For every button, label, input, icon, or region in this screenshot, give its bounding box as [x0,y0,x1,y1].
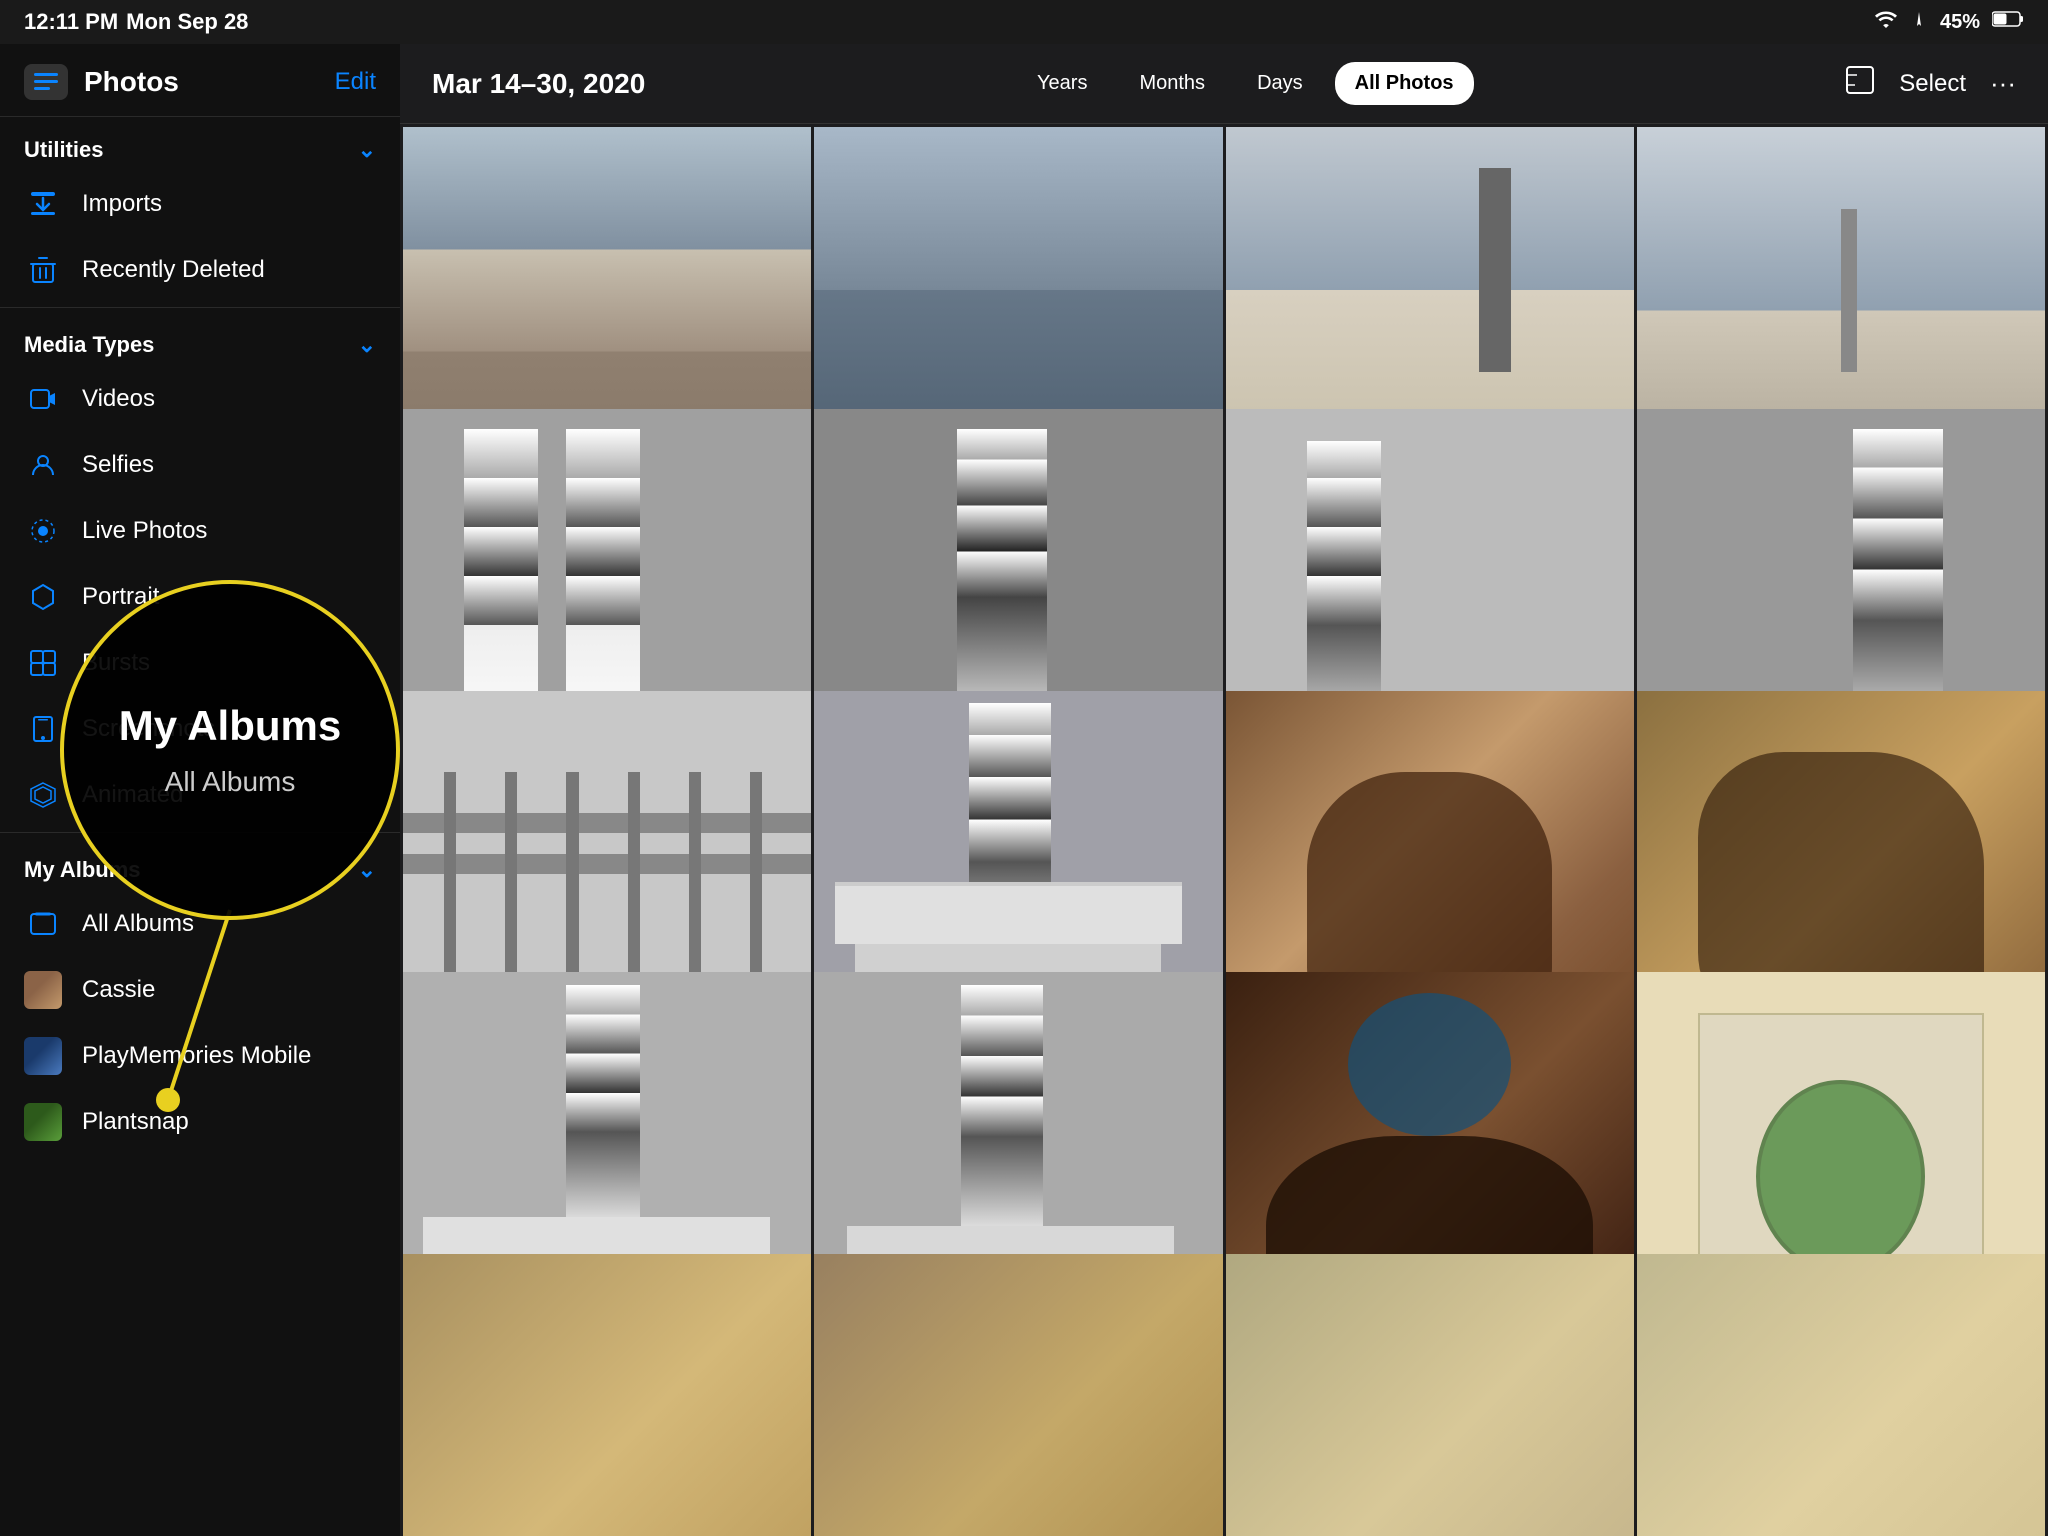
my-albums-chevron-icon[interactable]: ⌄ [358,857,376,883]
screenshots-label: Screenshots [82,715,215,743]
sidebar-edit-button[interactable]: Edit [335,68,376,96]
sidebar-item-all-albums[interactable]: All Albums [0,891,400,957]
battery-icon [1992,10,2024,34]
sidebar-item-videos[interactable]: Videos [0,366,400,432]
playmemories-label: PlayMemories Mobile [82,1042,311,1070]
sidebar-item-cassie[interactable]: Cassie [0,957,400,1023]
sidebar-title: Photos [84,66,179,98]
photo-grid [400,124,2048,1536]
selfies-label: Selfies [82,451,154,479]
view-nav: Years Months Days All Photos [1017,62,1473,105]
main-content: Mar 14–30, 2020 Years Months Days All Ph… [400,44,2048,1536]
media-types-chevron-icon[interactable]: ⌄ [358,332,376,358]
live-photos-icon [24,512,62,550]
signal-icon [1910,10,1928,34]
sidebar-title-area: Photos [24,64,179,100]
sidebar-item-portrait[interactable]: Portrait [0,564,400,630]
videos-icon [24,380,62,418]
sidebar-item-recently-deleted[interactable]: Recently Deleted [0,237,400,303]
nav-years-button[interactable]: Years [1017,62,1107,105]
sidebar-header: Photos Edit [0,44,400,117]
sidebar-item-live-photos[interactable]: Live Photos [0,498,400,564]
animated-label: Animated [82,781,183,809]
divider-2 [0,832,400,833]
status-left: 12:11 PM Mon Sep 28 [24,9,248,35]
sidebar-collapse-button[interactable] [24,64,68,100]
animated-icon [24,776,62,814]
live-photos-label: Live Photos [82,517,207,545]
media-types-section-label: Media Types ⌄ [0,312,400,366]
selfies-icon [24,446,62,484]
sidebar-item-selfies[interactable]: Selfies [0,432,400,498]
nav-all-photos-button[interactable]: All Photos [1335,62,1474,105]
all-albums-icon [24,905,62,943]
cassie-label: Cassie [82,976,155,1004]
sidebar-item-bursts[interactable]: Bursts [0,630,400,696]
status-bar: 12:11 PM Mon Sep 28 45% [0,0,2048,44]
sidebar-item-imports[interactable]: Imports [0,171,400,237]
cassie-thumbnail [24,971,62,1009]
all-albums-label: All Albums [82,910,194,938]
sidebar-item-playmemories[interactable]: PlayMemories Mobile [0,1023,400,1089]
utilities-section-label: Utilities ⌄ [0,117,400,171]
portrait-icon [24,578,62,616]
battery-display: 45% [1940,11,1980,34]
date-display: Mon Sep 28 [126,9,248,35]
date-range-title: Mar 14–30, 2020 [432,68,645,100]
photo-cell[interactable] [1637,1254,2045,1536]
playmemories-thumbnail [24,1037,62,1075]
sidebar-item-plantsnap[interactable]: Plantsnap [0,1089,400,1155]
photo-cell[interactable] [403,1254,811,1536]
more-options-button[interactable]: ··· [1990,68,2016,99]
wifi-icon [1874,10,1898,34]
screenshots-icon [24,710,62,748]
toolbar-actions: Select ··· [1845,65,2016,102]
recently-deleted-label: Recently Deleted [82,256,265,284]
select-button[interactable]: Select [1899,70,1966,98]
bursts-label: Bursts [82,649,150,677]
status-right: 45% [1874,10,2024,34]
videos-label: Videos [82,385,155,413]
my-albums-section-label: My Albums ⌄ [0,837,400,891]
photo-cell[interactable] [814,1254,1222,1536]
trash-icon [24,251,62,289]
time-display: 12:11 PM [24,9,118,35]
nav-months-button[interactable]: Months [1119,62,1225,105]
nav-days-button[interactable]: Days [1237,62,1323,105]
sidebar-item-animated[interactable]: Animated [0,762,400,828]
portrait-label: Portrait [82,583,159,611]
imports-icon [24,185,62,223]
bursts-icon [24,644,62,682]
imports-label: Imports [82,190,162,218]
divider-1 [0,307,400,308]
main-toolbar: Mar 14–30, 2020 Years Months Days All Ph… [400,44,2048,124]
aspect-ratio-icon[interactable] [1845,65,1875,102]
plantsnap-thumbnail [24,1103,62,1141]
sidebar-item-screenshots[interactable]: Screenshots [0,696,400,762]
plantsnap-label: Plantsnap [82,1108,189,1136]
utilities-chevron-icon[interactable]: ⌄ [358,137,376,163]
photo-cell[interactable] [1226,1254,1634,1536]
sidebar: Photos Edit Utilities ⌄ Imports Recently… [0,44,400,1536]
